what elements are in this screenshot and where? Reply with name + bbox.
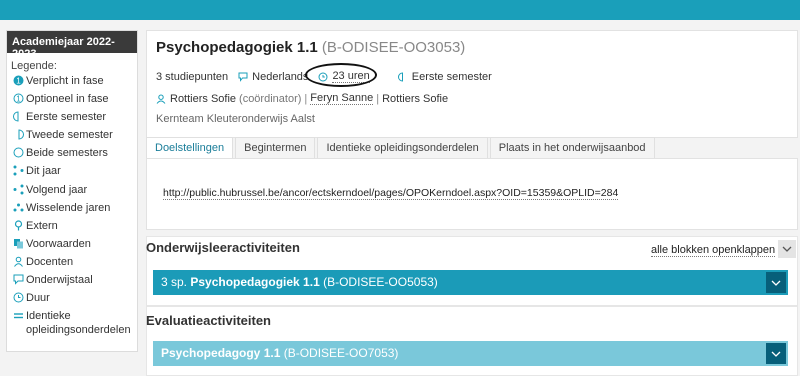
tab-identieke-opleidingsonderdelen[interactable]: Identieke opleidingsonderdelen [317, 137, 488, 159]
speech-icon [238, 72, 248, 82]
section-title-onderwijs: Onderwijsleeractiviteiten [146, 240, 300, 255]
clock-icon [11, 292, 25, 303]
legend-item: Volgend jaar [11, 183, 137, 201]
tab-panel: http://public.hubrussel.be/ancor/ectsker… [146, 158, 798, 230]
chevron-down-icon [771, 351, 781, 357]
legend-item: Eerste semester [11, 110, 137, 128]
dots-next-year-icon [11, 184, 25, 195]
svg-text:1: 1 [16, 95, 21, 104]
highlight-oval [305, 63, 377, 87]
top-bar [0, 0, 800, 20]
language: Nederlands [252, 70, 309, 83]
legend-item: Docenten [11, 255, 137, 273]
pin-icon [11, 220, 25, 231]
course-header-card: Psychopedagogiek 1.1 (B-ODISEE-OO3053) 3… [146, 30, 798, 138]
svg-text:1: 1 [16, 77, 21, 86]
legend-item: Wisselende jaren [11, 201, 137, 219]
expand-all-button[interactable] [778, 240, 796, 258]
tab-plaats-in-onderwijsaanbod[interactable]: Plaats in het onderwijsaanbod [489, 137, 655, 159]
legend-item: Duur [11, 291, 137, 309]
legend-item: Onderwijstaal [11, 273, 137, 291]
chevron-down-icon [782, 246, 792, 252]
dots-this-year-icon [11, 165, 25, 176]
semester: Eerste semester [411, 70, 492, 83]
circle-one-outline-icon: 1 [11, 93, 25, 104]
legend-item: Voorwaarden [11, 237, 137, 255]
half-right-icon [11, 129, 25, 140]
tab-begintermen[interactable]: Begintermen [235, 137, 316, 159]
speech-icon [11, 274, 25, 285]
half-left-icon [11, 111, 25, 122]
teacher-link[interactable]: Feryn Sanne [310, 92, 374, 105]
course-code: (B-ODISEE-OO3053) [321, 39, 466, 56]
evaluation-bar[interactable]: Psychopedagogy 1.1 (B-ODISEE-OO7053) [153, 341, 788, 366]
teacher-coordinator: Rottiers Sofie [170, 92, 237, 105]
academic-year-header: Academiejaar 2022-2023 [7, 31, 137, 60]
circle-one-icon: 1 [11, 75, 25, 86]
dots-alternating-icon [11, 202, 25, 213]
evaluation-toggle[interactable] [766, 343, 786, 364]
teacher-name: Rottiers Sofie [382, 92, 449, 105]
activity-bar[interactable]: 3 sp. Psychopedagogiek 1.1 (B-ODISEE-OO5… [153, 270, 788, 295]
expand-all-link[interactable]: alle blokken openklappen [651, 244, 776, 257]
teacher-role: (coördinator) [239, 92, 302, 105]
activity-toggle[interactable] [766, 272, 786, 293]
legend-title: Legende: [11, 60, 57, 72]
doelstellingen-link[interactable]: http://public.hubrussel.be/ancor/ectsker… [163, 187, 619, 200]
credits: 3 studiepunten [156, 70, 229, 83]
person-icon [156, 94, 166, 104]
kernteam: Kernteam Kleuteronderwijs Aalst [156, 113, 315, 125]
copy-icon [11, 238, 25, 249]
teachers-row: Rottiers Sofie (coördinator) | Feryn San… [156, 92, 448, 105]
legend-sidebar: Academiejaar 2022-2023 Legende: 1 Verpli… [6, 30, 138, 352]
legend-item: Tweede semester [11, 128, 137, 146]
equals-icon [11, 310, 25, 321]
legend-item: Extern [11, 219, 137, 237]
legend-list: 1 Verplicht in fase 1 Optioneel in fase … [7, 74, 137, 339]
section-title-evaluatie: Evaluatieactiviteiten [146, 313, 271, 328]
course-tabs: Doelstellingen Begintermen Identieke opl… [146, 137, 657, 159]
legend-item: Dit jaar [11, 164, 137, 182]
tab-doelstellingen[interactable]: Doelstellingen [146, 137, 234, 159]
course-title: Psychopedagogiek 1.1 (B-ODISEE-OO3053) [156, 39, 466, 56]
legend-item: 1 Verplicht in fase [11, 74, 137, 92]
chevron-down-icon [771, 280, 781, 286]
legend-item: Identieke opleidingsonderdelen [11, 309, 137, 339]
circle-icon [11, 147, 25, 158]
half-left-icon [397, 71, 408, 82]
legend-item: 1 Optioneel in fase [11, 92, 137, 110]
legend-item: Beide semesters [11, 146, 137, 164]
person-icon [11, 256, 25, 267]
